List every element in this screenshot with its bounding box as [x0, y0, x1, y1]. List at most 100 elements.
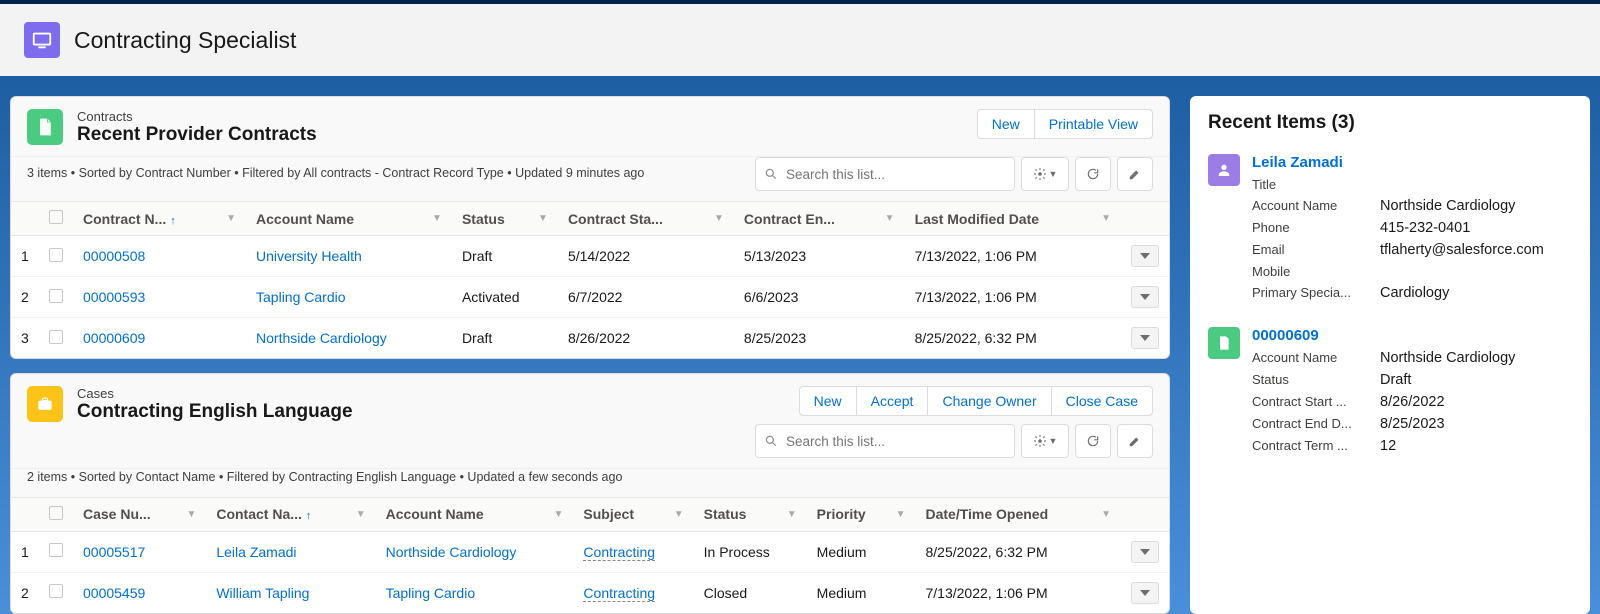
contracts-search-input[interactable]: [786, 167, 1006, 182]
col-last-modified[interactable]: Last Modified Date▼: [905, 202, 1121, 236]
recent-field-label: Account Name: [1252, 350, 1370, 366]
chevron-down-icon[interactable]: ▼: [714, 213, 724, 224]
contracts-refresh-button[interactable]: [1075, 157, 1111, 191]
row-checkbox[interactable]: [49, 248, 63, 262]
cases-change-owner-button[interactable]: Change Owner: [927, 386, 1051, 416]
chevron-down-icon: [1140, 333, 1150, 343]
cases-search[interactable]: [755, 424, 1015, 458]
sort-asc-icon: ↑: [170, 215, 176, 227]
contracts-settings-button[interactable]: ▼: [1021, 157, 1069, 191]
contracts-subhead: 3 items • Sorted by Contract Number • Fi…: [11, 157, 1169, 201]
recent-item-link[interactable]: 00000609: [1252, 327, 1319, 344]
cases-panel: Cases Contracting English Language New A…: [10, 373, 1170, 614]
chevron-down-icon[interactable]: ▼: [226, 213, 236, 224]
col-contract-number[interactable]: Contract N...↑▼: [73, 202, 246, 236]
chevron-down-icon[interactable]: ▼: [554, 509, 564, 520]
contract-number-link[interactable]: 00000593: [83, 289, 145, 305]
account-link[interactable]: Northside Cardiology: [256, 330, 387, 346]
cases-search-input[interactable]: [786, 434, 1006, 449]
recent-items-panel: Recent Items (3) Leila ZamadiTitleAccoun…: [1190, 96, 1590, 614]
col-contract-start[interactable]: Contract Sta...▼: [558, 202, 734, 236]
contact-link[interactable]: William Tapling: [216, 585, 309, 601]
chevron-down-icon[interactable]: ▼: [674, 509, 684, 520]
col-priority[interactable]: Priority▼: [807, 497, 916, 531]
contracts-search[interactable]: [755, 157, 1015, 191]
row-checkbox[interactable]: [49, 289, 63, 303]
app-bar: Contracting Specialist: [0, 0, 1600, 76]
col-account-name[interactable]: Account Name▼: [246, 202, 452, 236]
account-link[interactable]: Tapling Cardio: [256, 289, 346, 305]
contracts-panel: Contracts Recent Provider Contracts New …: [10, 96, 1170, 359]
chevron-down-icon[interactable]: ▼: [432, 213, 442, 224]
contracts-select-all-checkbox[interactable]: [49, 210, 63, 224]
col-case-status[interactable]: Status▼: [694, 497, 807, 531]
account-link[interactable]: University Health: [256, 248, 362, 264]
col-case-number[interactable]: Case Nu...▼: [73, 497, 206, 531]
contracts-table: Contract N...↑▼ Account Name▼ Status▼ Co…: [11, 201, 1169, 358]
chevron-down-icon[interactable]: ▼: [1101, 509, 1111, 520]
recent-items-title: Recent Items (3): [1190, 96, 1590, 144]
col-subject[interactable]: Subject▼: [573, 497, 693, 531]
chevron-down-icon[interactable]: ▼: [1101, 213, 1111, 224]
cases-close-button[interactable]: Close Case: [1051, 386, 1153, 416]
refresh-icon: [1086, 434, 1100, 448]
chevron-down-icon[interactable]: ▼: [186, 509, 196, 520]
col-opened[interactable]: Date/Time Opened▼: [915, 497, 1121, 531]
contracts-printable-button[interactable]: Printable View: [1034, 109, 1153, 139]
contract-number-link[interactable]: 00000508: [83, 248, 145, 264]
contracts-edit-button[interactable]: [1117, 157, 1153, 191]
cases-new-button[interactable]: New: [799, 386, 857, 416]
chevron-down-icon[interactable]: ▼: [356, 509, 366, 520]
table-row: 100005517Leila ZamadiNorthside Cardiolog…: [11, 531, 1169, 572]
subject-link[interactable]: Contracting: [583, 585, 655, 602]
workspace: Contracts Recent Provider Contracts New …: [0, 76, 1600, 614]
col-contract-end[interactable]: Contract En...▼: [734, 202, 905, 236]
row-checkbox[interactable]: [49, 330, 63, 344]
app-icon: [24, 22, 60, 58]
account-link[interactable]: Northside Cardiology: [386, 544, 517, 560]
chevron-down-icon: [1140, 292, 1150, 302]
row-action-button[interactable]: [1131, 245, 1159, 267]
row-action-button[interactable]: [1131, 327, 1159, 349]
col-contact-name[interactable]: Contact Na...↑▼: [206, 497, 375, 531]
recent-field-label: Contract Start ...: [1252, 394, 1370, 410]
cases-tools: ▼: [755, 424, 1153, 458]
row-checkbox[interactable]: [49, 584, 63, 598]
account-link[interactable]: Tapling Cardio: [386, 585, 476, 601]
recent-item: 00000609Account NameNorthside Cardiology…: [1190, 317, 1590, 470]
chevron-down-icon[interactable]: ▼: [885, 213, 895, 224]
cases-edit-button[interactable]: [1117, 424, 1153, 458]
contracts-panel-header: Contracts Recent Provider Contracts New …: [11, 97, 1169, 157]
chevron-down-icon[interactable]: ▼: [538, 213, 548, 224]
recent-field-value[interactable]: tflaherty@salesforce.com: [1380, 242, 1572, 258]
cases-settings-button[interactable]: ▼: [1021, 424, 1069, 458]
cases-meta: 2 items • Sorted by Contact Name • Filte…: [27, 469, 622, 487]
cases-subhead: 2 items • Sorted by Contact Name • Filte…: [11, 469, 1169, 497]
contract-number-link[interactable]: 00000609: [83, 330, 145, 346]
row-checkbox[interactable]: [49, 543, 63, 557]
cases-object-label: Cases: [77, 386, 741, 401]
recent-item-link[interactable]: Leila Zamadi: [1252, 154, 1343, 171]
recent-field-label: Phone: [1252, 220, 1370, 236]
chevron-down-icon: [1140, 251, 1150, 261]
chevron-down-icon[interactable]: ▼: [896, 509, 906, 520]
case-number-link[interactable]: 00005517: [83, 544, 145, 560]
subject-link[interactable]: Contracting: [583, 544, 655, 561]
row-action-button[interactable]: [1131, 541, 1159, 563]
contracts-new-button[interactable]: New: [977, 109, 1035, 139]
case-number-link[interactable]: 00005459: [83, 585, 145, 601]
contract-icon: [27, 109, 63, 145]
status-cell: Closed: [694, 572, 807, 613]
col-status[interactable]: Status▼: [452, 202, 558, 236]
chevron-down-icon[interactable]: ▼: [787, 509, 797, 520]
end-cell: 6/6/2023: [734, 277, 905, 318]
row-action-button[interactable]: [1131, 582, 1159, 604]
recent-field-value: Draft: [1380, 372, 1572, 388]
cases-select-all-checkbox[interactable]: [49, 506, 63, 520]
cases-accept-button[interactable]: Accept: [856, 386, 929, 416]
cases-refresh-button[interactable]: [1075, 424, 1111, 458]
col-case-account[interactable]: Account Name▼: [376, 497, 574, 531]
recent-field-label: Email: [1252, 242, 1370, 258]
contact-link[interactable]: Leila Zamadi: [216, 544, 296, 560]
row-action-button[interactable]: [1131, 286, 1159, 308]
